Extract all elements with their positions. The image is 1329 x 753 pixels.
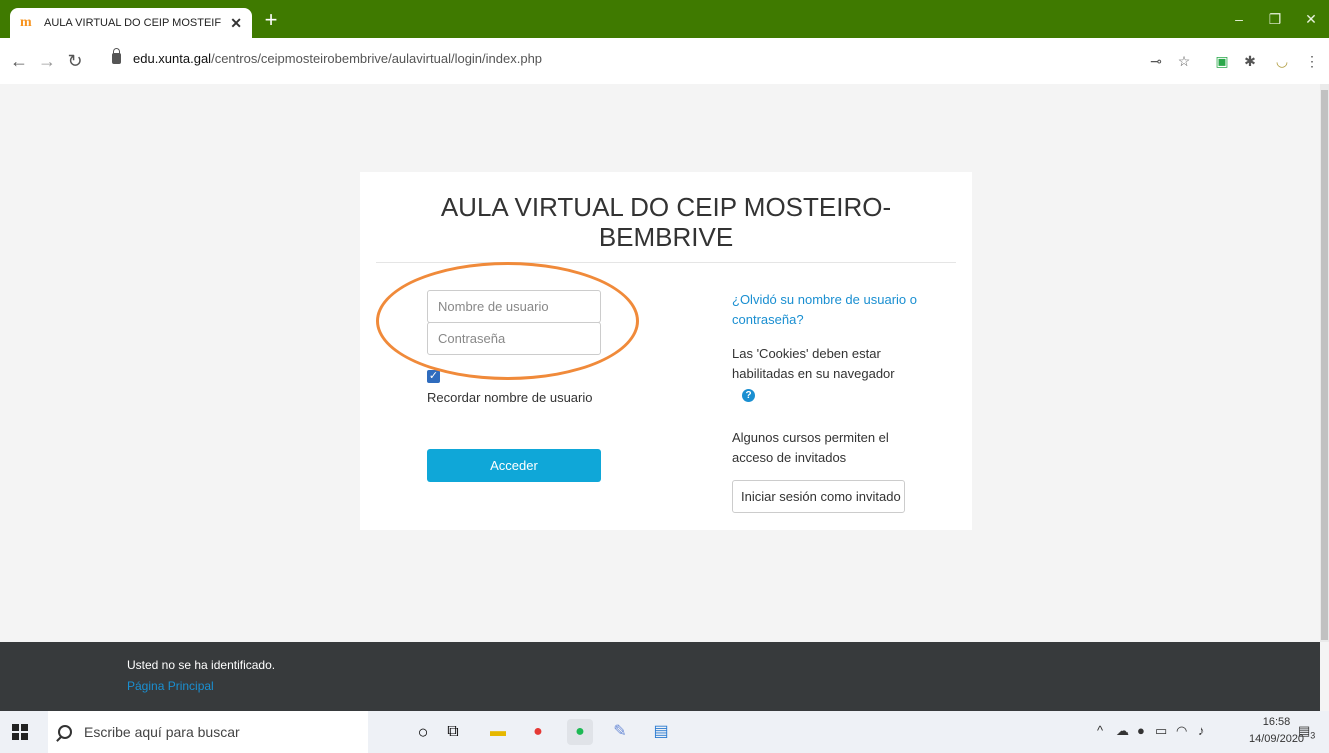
notification-count: 3 xyxy=(1310,730,1316,741)
battery-icon[interactable]: ▭ xyxy=(1155,723,1167,739)
minimize-button[interactable]: – xyxy=(1221,8,1257,32)
close-window-button[interactable]: ✕ xyxy=(1293,8,1329,32)
taskbar-search-placeholder: Escribe aquí para buscar xyxy=(84,724,240,740)
password-input[interactable] xyxy=(427,322,601,355)
notification-icon[interactable]: ▤3 xyxy=(1298,723,1315,741)
username-input[interactable] xyxy=(427,290,601,323)
paint-icon[interactable]: ✎ xyxy=(607,719,633,745)
login-button[interactable]: Acceder xyxy=(427,449,601,482)
login-status-text: Usted no se ha identificado. xyxy=(127,658,276,672)
home-link[interactable]: Página Principal xyxy=(127,679,214,693)
profile-avatar-icon[interactable]: ◡ xyxy=(1271,50,1293,72)
file-explorer-icon[interactable]: ▬ xyxy=(485,719,511,745)
login-card: AULA VIRTUAL DO CEIP MOSTEIRO-BEMBRIVE ✓… xyxy=(360,172,972,530)
scrollbar-thumb[interactable] xyxy=(1321,90,1328,640)
moodle-favicon-icon: m xyxy=(20,15,32,30)
browser-tab[interactable]: m AULA VIRTUAL DO CEIP MOSTEIF ✕ xyxy=(10,8,252,38)
reload-icon[interactable]: ↻ xyxy=(64,50,86,72)
page-footer: Usted no se ha identificado. Página Prin… xyxy=(0,642,1320,711)
remember-checkbox[interactable]: ✓ xyxy=(427,370,440,383)
back-icon[interactable]: ← xyxy=(8,50,30,72)
taskbar-search[interactable]: Escribe aquí para buscar xyxy=(48,711,368,753)
forgot-password-link[interactable]: ¿Olvidó su nombre de usuario o contraseñ… xyxy=(732,290,932,330)
taskbar-clock[interactable]: 16:58 14/09/2020 xyxy=(1249,714,1304,748)
extension-icon[interactable]: ▣ xyxy=(1211,50,1233,72)
star-icon[interactable]: ☆ xyxy=(1173,50,1195,72)
chrome-icon[interactable]: ● xyxy=(525,719,551,745)
onedrive-icon[interactable]: ☁ xyxy=(1116,723,1129,739)
url-field[interactable]: edu.xunta.gal/centros/ceipmosteirobembri… xyxy=(112,48,543,66)
remember-label: Recordar nombre de usuario xyxy=(427,390,593,405)
puzzle-icon[interactable]: ✱ xyxy=(1239,50,1261,72)
microphone-icon[interactable]: ● xyxy=(1137,723,1145,738)
chevron-up-icon[interactable]: ^ xyxy=(1097,723,1103,738)
guest-notice: Algunos cursos permiten el acceso de inv… xyxy=(732,430,889,465)
lock-icon xyxy=(112,48,121,64)
search-icon xyxy=(58,725,72,739)
url-path: /centros/ceipmosteirobembrive/aulavirtua… xyxy=(211,51,543,66)
new-tab-button[interactable]: + xyxy=(258,8,284,34)
restore-button[interactable]: ❐ xyxy=(1257,8,1293,32)
key-icon[interactable]: ⊸ xyxy=(1145,50,1167,72)
spotify-icon[interactable]: ● xyxy=(567,719,593,745)
windows-taskbar: Escribe aquí para buscar ○ ⧉ ▬ ● ● ✎ ▤ ^… xyxy=(0,711,1329,753)
help-icon[interactable]: ? xyxy=(742,389,755,402)
guest-login-button[interactable]: Iniciar sesión como invitado xyxy=(732,480,905,513)
cookies-notice: Las 'Cookies' deben estar habilitadas en… xyxy=(732,344,932,404)
windows-start-icon[interactable] xyxy=(12,724,28,740)
browser-address-bar: ← → ↻ edu.xunta.gal/centros/ceipmosteiro… xyxy=(0,38,1329,84)
menu-dots-icon[interactable]: ⋮ xyxy=(1301,50,1323,72)
clock-date: 14/09/2020 xyxy=(1249,733,1305,745)
forward-icon[interactable]: → xyxy=(36,50,58,72)
document-icon[interactable]: ▤ xyxy=(648,719,674,745)
login-title: AULA VIRTUAL DO CEIP MOSTEIRO-BEMBRIVE xyxy=(440,192,892,252)
browser-tab-bar: m AULA VIRTUAL DO CEIP MOSTEIF ✕ + – ❐ ✕ xyxy=(0,0,1329,38)
wifi-icon[interactable]: ◠ xyxy=(1176,723,1187,739)
volume-icon[interactable]: ♪ xyxy=(1198,723,1205,738)
cortana-icon[interactable]: ○ xyxy=(410,719,436,745)
tab-close-icon[interactable]: ✕ xyxy=(230,15,242,32)
url-domain: edu.xunta.gal xyxy=(133,51,212,66)
clock-time: 16:58 xyxy=(1262,716,1291,728)
tab-title: AULA VIRTUAL DO CEIP MOSTEIF xyxy=(44,17,222,29)
divider xyxy=(376,262,956,263)
cookies-text: Las 'Cookies' deben estar habilitadas en… xyxy=(732,346,895,381)
task-view-icon[interactable]: ⧉ xyxy=(440,719,466,745)
page-scrollbar[interactable] xyxy=(1320,84,1329,642)
